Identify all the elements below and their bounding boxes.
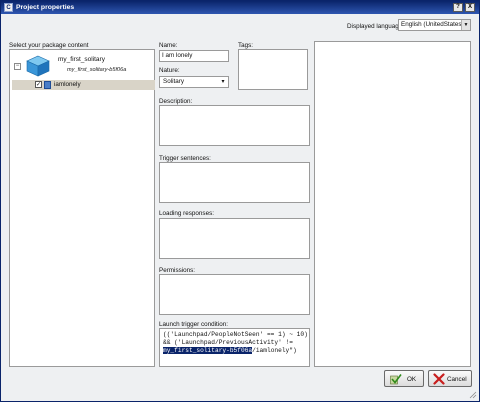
trigger-sentences-label: Trigger sentences: — [159, 155, 211, 162]
help-button[interactable]: ? — [453, 3, 463, 12]
window-title: Project properties — [16, 4, 75, 11]
permissions-label: Permissions: — [159, 267, 196, 274]
cancel-button[interactable]: Cancel — [428, 370, 472, 387]
resize-grip-icon[interactable] — [469, 391, 477, 399]
description-field[interactable] — [159, 105, 310, 146]
preview-panel — [314, 41, 471, 367]
tree-item-checkbox[interactable]: ✓ — [35, 81, 42, 88]
nature-select[interactable]: Solitary ▾ — [159, 76, 229, 88]
loading-responses-label: Loading responses: — [159, 210, 214, 217]
check-icon — [390, 374, 402, 385]
cancel-x-icon — [433, 373, 445, 385]
cube-icon — [26, 55, 50, 77]
tree-item-label: iamlonely — [54, 81, 81, 88]
package-content-label: Select your package content — [9, 42, 89, 49]
displayed-language-label: Displayed language — [347, 23, 403, 30]
ok-button[interactable]: OK — [384, 370, 424, 387]
launch-trigger-code: (('Launchpad/PeopleNotSeen' == 1) ~ 10) … — [163, 331, 308, 354]
selected-text: my_first_solitary-b5f06a — [163, 347, 253, 354]
tree-root-label[interactable]: my_first_solitary — [58, 56, 105, 63]
behavior-icon — [44, 81, 51, 89]
cancel-label: Cancel — [447, 376, 467, 383]
language-select[interactable]: English (UnitedStates) ▼ — [398, 19, 471, 31]
tree-expand-icon[interactable]: − — [14, 63, 21, 70]
language-select-value: English (UnitedStates) — [401, 21, 464, 28]
trigger-sentences-field[interactable] — [159, 162, 310, 203]
description-label: Description: — [159, 98, 193, 105]
chevron-down-icon: ▼ — [461, 20, 470, 30]
close-button[interactable]: X — [465, 3, 475, 12]
launch-trigger-label: Launch trigger condition: — [159, 321, 228, 328]
ok-label: OK — [407, 376, 417, 383]
launch-trigger-field[interactable]: (('Launchpad/PeopleNotSeen' == 1) ~ 10) … — [159, 328, 310, 367]
nature-label: Nature: — [159, 67, 180, 74]
loading-responses-field[interactable] — [159, 218, 310, 259]
app-icon: C — [4, 3, 13, 12]
tree-item-iamlonely[interactable]: ✓ iamlonely — [12, 80, 155, 90]
permissions-field[interactable] — [159, 274, 310, 315]
chevron-down-icon: ▾ — [221, 79, 225, 85]
tree-root-id: my_first_solitary-b5f06a — [67, 67, 127, 73]
package-tree[interactable]: − my_first_solitary my_first_solitary-b5… — [9, 49, 155, 367]
name-input[interactable]: I am lonely — [159, 50, 229, 62]
nature-select-value: Solitary — [163, 78, 184, 85]
project-properties-window: C Project properties ? X Displayed langu… — [0, 0, 480, 402]
tags-field[interactable] — [238, 49, 308, 90]
tags-label: Tags: — [238, 42, 254, 49]
name-label: Name: — [159, 42, 178, 49]
title-bar: C Project properties ? X — [1, 1, 479, 14]
